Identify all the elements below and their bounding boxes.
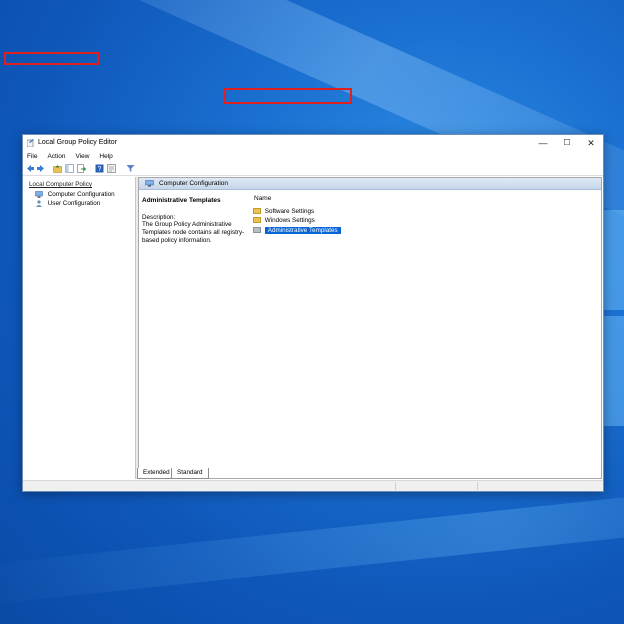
forward-arrow-icon[interactable]: [36, 164, 45, 173]
close-button[interactable]: ✕: [581, 137, 601, 149]
show-hide-tree-icon[interactable]: [65, 164, 74, 173]
list-item-label: Administrative Templates: [264, 227, 341, 234]
column-header-name[interactable]: Name: [254, 195, 271, 202]
wallpaper-windows-logo: [603, 316, 624, 426]
maximize-button[interactable]: ☐: [557, 137, 577, 149]
tree-item-label: User Configuration: [47, 200, 101, 207]
tab-standard[interactable]: Standard: [171, 468, 209, 479]
menu-help[interactable]: Help: [99, 152, 112, 162]
annotation-highlight-box: [4, 52, 99, 65]
tab-extended[interactable]: Extended: [137, 468, 176, 479]
tree-item-label: Local Computer Policy: [29, 181, 92, 188]
export-list-icon[interactable]: [77, 164, 86, 173]
group-policy-editor-window: Local Group Policy Editor — ☐ ✕ File Act…: [22, 134, 604, 492]
filter-icon[interactable]: [126, 164, 135, 173]
details-header-title: Computer Configuration: [159, 180, 229, 187]
group-policy-icon: [27, 139, 34, 147]
status-divider: [395, 482, 396, 490]
svg-text:?: ?: [98, 166, 102, 173]
status-divider: [477, 482, 478, 490]
computer-icon: [35, 191, 43, 198]
annotation-highlight-box: [224, 88, 352, 104]
tree-item-local-computer-policy[interactable]: Local Computer Policy: [29, 180, 92, 189]
folder-icon: [253, 227, 261, 234]
menu-action[interactable]: Action: [47, 152, 65, 162]
window-title: Local Group Policy Editor: [38, 139, 117, 146]
list-item-software-settings[interactable]: Software Settings: [253, 207, 314, 216]
computer-icon: [145, 180, 154, 187]
list-item-administrative-templates[interactable]: Administrative Templates: [253, 226, 341, 235]
description-text: The Group Policy Administrative Template…: [142, 221, 245, 244]
tree-item-user-configuration[interactable]: User Configuration: [35, 199, 100, 208]
details-header: Computer Configuration: [139, 178, 601, 190]
user-icon: [36, 200, 42, 207]
wallpaper-windows-logo: [603, 210, 624, 310]
description-label: Description:: [142, 214, 176, 221]
tree-pane: Local Computer Policy Computer Configura…: [25, 177, 136, 479]
toolbar: ?: [23, 162, 603, 176]
folder-up-icon[interactable]: [53, 164, 62, 173]
tree-item-computer-configuration[interactable]: Computer Configuration: [35, 190, 115, 199]
folder-icon: [253, 208, 261, 215]
title-bar[interactable]: Local Group Policy Editor — ☐ ✕: [23, 135, 603, 151]
list-item-windows-settings[interactable]: Windows Settings: [253, 216, 315, 225]
properties-icon[interactable]: [107, 164, 116, 173]
folder-icon: [253, 217, 261, 224]
minimize-button[interactable]: —: [533, 137, 553, 149]
help-icon[interactable]: ?: [95, 164, 104, 173]
back-arrow-icon[interactable]: [26, 164, 35, 173]
list-item-label: Windows Settings: [264, 217, 315, 224]
details-pane: Computer Configuration Administrative Te…: [138, 177, 602, 479]
menu-file[interactable]: File: [27, 152, 37, 162]
menu-view[interactable]: View: [75, 152, 89, 162]
tree-item-label: Computer Configuration: [47, 191, 115, 198]
status-bar: [23, 480, 603, 491]
menu-bar: File Action View Help: [23, 152, 603, 162]
list-item-label: Software Settings: [264, 208, 315, 215]
description-title: Administrative Templates: [142, 197, 221, 204]
wallpaper-light-beam: [0, 473, 624, 607]
